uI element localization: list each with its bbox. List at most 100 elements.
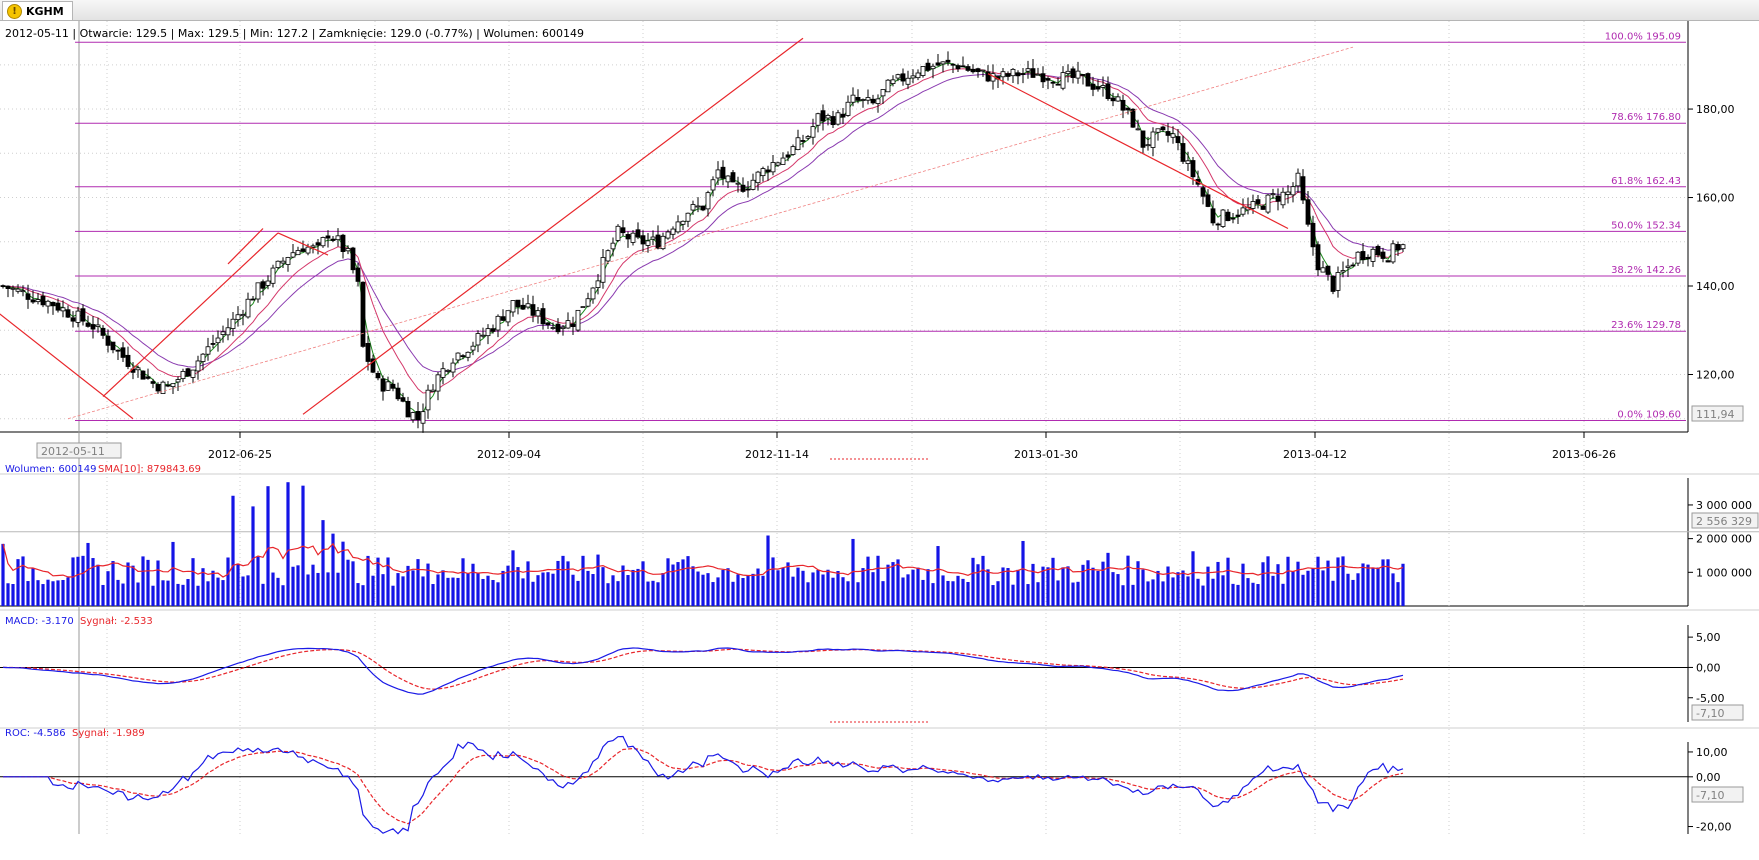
volume-bar [806, 582, 810, 606]
candle-body [1205, 194, 1211, 207]
roc-signal-legend: Sygnał: -1.989 [72, 728, 145, 739]
stock-chart[interactable]: 100.0% 195.09 78.6% 176.80 61.8% 162.43 50.… [0, 21, 1759, 860]
volume-bar [81, 555, 85, 606]
candle-body [1150, 131, 1156, 148]
roc-tick-label: -20,00 [1696, 821, 1731, 834]
volume-bar [321, 520, 325, 606]
candle-body [570, 323, 576, 327]
volume-bar [1196, 578, 1200, 606]
volume-bar [881, 581, 885, 606]
volume-bar [1156, 570, 1160, 606]
candle-body [775, 162, 781, 166]
volume-bar [1031, 563, 1035, 606]
volume-bar [1131, 584, 1135, 606]
candle-body [605, 250, 611, 262]
volume-bar [271, 572, 275, 606]
candle-body [375, 372, 381, 379]
volume-bar [1361, 563, 1365, 606]
candle-body [100, 327, 106, 336]
volume-bar [786, 562, 790, 606]
candle-body [585, 298, 591, 307]
candle-body [680, 220, 686, 225]
volume-bar [176, 583, 180, 606]
volume-bar [1026, 584, 1030, 606]
candle-body [885, 79, 891, 93]
volume-bar [1041, 566, 1045, 606]
fib-label: 61.8% 162.43 [1611, 176, 1681, 187]
volume-bar [576, 580, 580, 606]
volume-bar [226, 557, 230, 606]
tab-kghm[interactable]: ! KGHM [2, 1, 73, 20]
candle-body [895, 74, 901, 79]
volume-bar [1336, 557, 1340, 606]
volume-bar [251, 506, 255, 606]
volume-bar [1331, 580, 1335, 606]
candle-body [115, 349, 121, 352]
volume-bar [531, 581, 535, 606]
volume-bar [721, 569, 725, 606]
volume-bar [326, 572, 330, 606]
volume-bar [891, 562, 895, 606]
volume-bar [336, 572, 340, 606]
volume-bar [26, 581, 30, 606]
x-tick-label: 2013-06-26 [1552, 448, 1616, 461]
volume-bar [1151, 579, 1155, 606]
volume-bar [1166, 566, 1170, 606]
trendline-up-1 [102, 232, 279, 398]
volume-bar [1076, 581, 1080, 606]
volume-bar [1021, 540, 1025, 606]
volume-bar [496, 582, 500, 606]
candle-body [180, 371, 186, 380]
volume-bar [906, 574, 910, 606]
candle-body [1020, 73, 1026, 75]
candle-body [1180, 143, 1186, 162]
volume-bar [1296, 561, 1300, 606]
candle-body [1350, 264, 1356, 267]
labels: 2012-05-11 | Otwarcie: 129.5 | Max: 129.… [5, 27, 928, 739]
volume-bar [1251, 582, 1255, 606]
volume-bar [56, 580, 60, 606]
candle-body [1225, 211, 1231, 222]
candle-body [945, 59, 951, 63]
candle-body [1000, 71, 1006, 78]
macd-tick-label: 0,00 [1696, 661, 1721, 674]
volume-bar [1261, 562, 1265, 606]
candle-body [1375, 245, 1381, 256]
candle-body [855, 97, 861, 101]
sma-legend: SMA[10]: 879843.69 [98, 464, 201, 475]
volume-bar [106, 571, 110, 606]
candle-body [870, 98, 876, 104]
candle-body [445, 369, 451, 372]
volume-bar [291, 566, 295, 606]
candle-body [155, 384, 161, 392]
candle-body [10, 287, 16, 290]
candle-body [60, 307, 66, 312]
volume-bar [931, 583, 935, 606]
candle-body [670, 228, 676, 235]
volume-bar [311, 564, 315, 606]
candle-body [1330, 276, 1336, 292]
candle-body [245, 298, 251, 318]
candle-body [255, 282, 261, 300]
volume-bar [61, 579, 65, 606]
candle-body [325, 235, 331, 239]
volume-bar [1106, 552, 1110, 606]
candle-body [20, 290, 26, 293]
candle-body [940, 61, 946, 65]
volume-bar [596, 554, 600, 606]
candle-body [305, 246, 311, 254]
candle-body [465, 351, 471, 358]
trendline-long-dashed [67, 46, 1354, 420]
volume-bar [796, 567, 800, 606]
candle-body [1125, 107, 1131, 111]
volume-bar [681, 559, 685, 606]
volume-bar [201, 568, 205, 606]
candle-body [755, 171, 761, 184]
volume-bar [571, 574, 575, 606]
volume-legend: Wolumen: 600149 [5, 464, 97, 475]
volume-cursor-label: 2 556 329 [1696, 515, 1752, 528]
candle-body [1050, 81, 1056, 84]
volume-bar [211, 570, 215, 606]
volume-bar [151, 585, 155, 606]
candle-body [1230, 217, 1236, 220]
